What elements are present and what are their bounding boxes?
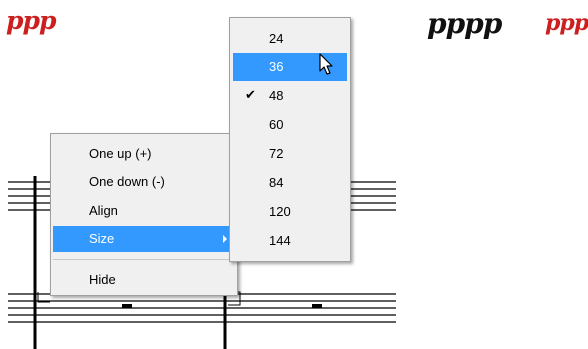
rest-1 <box>122 304 132 308</box>
menu-item-hide[interactable]: Hide <box>53 267 235 293</box>
menu-item-size[interactable]: Size <box>53 226 235 252</box>
size-option-48[interactable]: ✔ 48 <box>233 82 347 110</box>
mouse-pointer-icon <box>319 53 333 75</box>
size-option-144[interactable]: 144 <box>233 227 347 255</box>
dynamic-marking-left[interactable]: ppp <box>6 8 56 33</box>
menu-item-size-label: Size <box>89 231 115 246</box>
checkmark-icon: ✔ <box>245 88 256 103</box>
menu-item-align[interactable]: Align <box>53 198 235 224</box>
size-option-120[interactable]: 120 <box>233 198 347 226</box>
size-option-84[interactable]: 84 <box>233 169 347 197</box>
menu-item-one-down[interactable]: One down (-) <box>53 169 235 195</box>
size-option-72[interactable]: 72 <box>233 140 347 168</box>
size-option-60[interactable]: 60 <box>233 111 347 139</box>
menu-item-one-up[interactable]: One up (+) <box>53 141 235 167</box>
menu-separator <box>53 259 235 260</box>
submenu-arrow-icon <box>223 235 227 243</box>
staff-lower <box>8 293 396 323</box>
size-option-24[interactable]: 24 <box>233 25 347 53</box>
size-option-48-label: 48 <box>269 88 284 103</box>
context-menu: One up (+) One down (-) Align Size Hide <box>50 133 238 296</box>
rest-2 <box>312 304 322 308</box>
dynamic-marking-right[interactable]: ppp <box>545 12 588 34</box>
dynamic-marking-center[interactable]: pppp <box>427 10 502 38</box>
